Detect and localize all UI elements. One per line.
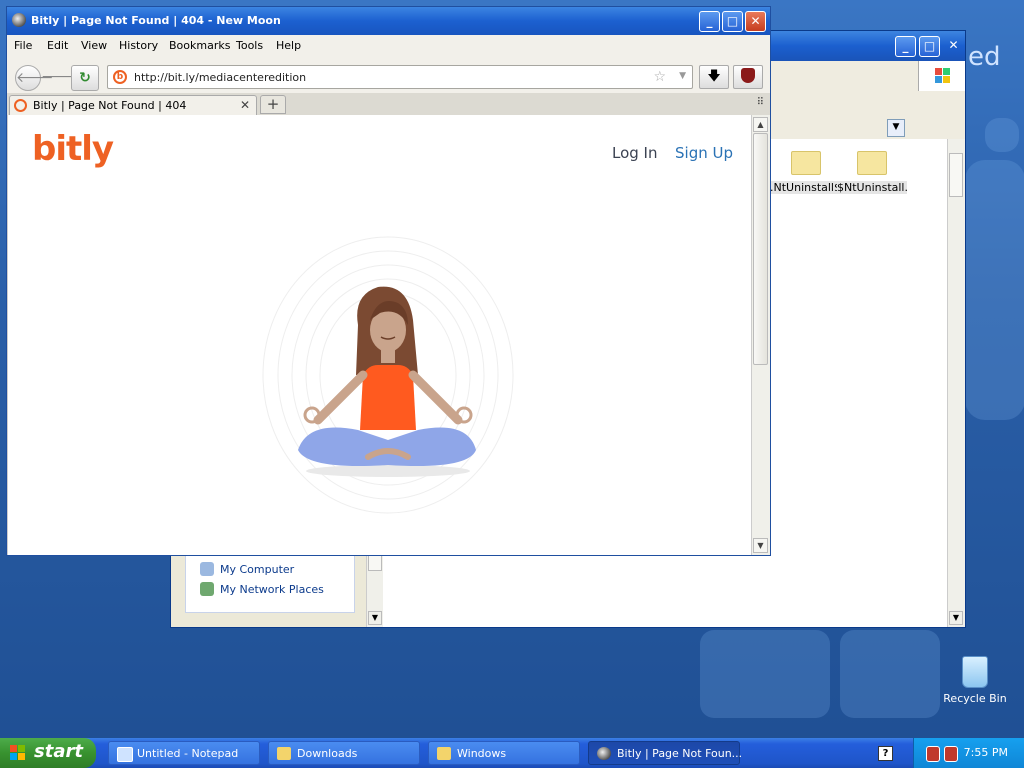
url-history-dropdown-icon[interactable]: ▼ — [679, 71, 686, 81]
ublock-shield-icon — [741, 68, 755, 83]
taskbar-item-browser[interactable]: Bitly | Page Not Foun... — [588, 741, 742, 765]
tab-bitly[interactable]: Bitly | Page Not Found | 404 ✕ — [9, 95, 257, 115]
minimize-button[interactable]: _ — [699, 11, 720, 32]
reload-button[interactable]: ↻ — [71, 65, 99, 91]
url-bar[interactable]: b http://bit.ly/mediacenteredition ☆ ▼ — [107, 65, 693, 89]
tab-strip: Bitly | Page Not Found | 404 ✕ + ⠿ — [7, 93, 770, 116]
menu-help[interactable]: Help — [276, 39, 301, 52]
sign-up-link[interactable]: Sign Up — [675, 144, 733, 162]
meditating-woman-illustration — [262, 236, 514, 514]
browser-window[interactable]: Bitly | Page Not Found | 404 - New Moon … — [6, 6, 771, 556]
bookmark-star-icon[interactable]: ☆ — [653, 69, 666, 85]
bitly-logo[interactable]: bitly — [32, 129, 114, 169]
menu-tools[interactable]: Tools — [236, 39, 263, 52]
explorer-content-area — [383, 551, 947, 627]
explorer-task-pane: My Computer My Network Places — [185, 551, 355, 613]
recycle-bin-label: Recycle Bin — [943, 692, 1007, 705]
help-icon[interactable]: ? — [878, 746, 893, 761]
folder-icon — [857, 151, 887, 175]
folder-item[interactable]: $NtUninstall... — [771, 151, 841, 194]
log-in-link[interactable]: Log In — [612, 144, 658, 162]
computer-icon — [200, 562, 214, 576]
menu-bookmarks[interactable]: Bookmarks — [169, 39, 230, 52]
shield-icon[interactable] — [944, 746, 958, 762]
scroll-thumb[interactable] — [753, 133, 768, 365]
scroll-down-button[interactable]: ▼ — [949, 611, 963, 625]
scroll-thumb[interactable] — [949, 153, 963, 197]
my-computer-link[interactable]: My Computer — [200, 562, 294, 576]
desktop-wallpaper-text: ed — [968, 42, 1001, 72]
explorer-address-bar[interactable]: ▼ ➔ Go — [767, 115, 965, 139]
system-tray: 7:55 PM — [913, 738, 1024, 768]
bitly-favicon-icon: b — [113, 70, 127, 84]
browser-titlebar[interactable]: Bitly | Page Not Found | 404 - New Moon … — [7, 7, 770, 35]
taskbar-item-downloads[interactable]: Downloads — [268, 741, 420, 765]
explorer-scrollbar[interactable]: ▼ — [947, 139, 965, 627]
maximize-button[interactable]: □ — [722, 11, 743, 32]
folder-icon — [437, 747, 451, 760]
scroll-up-button[interactable]: ▲ — [753, 117, 768, 132]
menu-file[interactable]: File — [14, 39, 32, 52]
page-content: bitly Log In Sign Up — [7, 115, 753, 555]
list-all-tabs-icon[interactable]: ⠿ — [757, 97, 764, 108]
folder-label: $NtUninstall... — [837, 181, 907, 194]
taskbar-item-notepad[interactable]: Untitled - Notepad — [108, 741, 260, 765]
windows-logo-icon — [918, 61, 965, 91]
notepad-icon — [117, 747, 133, 762]
scroll-down-button[interactable]: ▼ — [753, 538, 768, 553]
menu-edit[interactable]: Edit — [47, 39, 68, 52]
downloads-button[interactable]: 🡇 — [699, 65, 729, 89]
new-moon-icon — [12, 13, 26, 27]
desktop-decoration — [985, 118, 1019, 152]
network-icon — [200, 582, 214, 596]
my-network-places-link[interactable]: My Network Places — [200, 582, 324, 596]
explorer-left-scrollbar[interactable]: ▼ — [366, 551, 384, 627]
ublock-button[interactable] — [733, 65, 763, 89]
explorer-file-pane[interactable]: $NtUninstall... $NtUninstall... — [771, 139, 947, 613]
minimize-button[interactable]: _ — [895, 36, 916, 57]
forward-button[interactable]: 🡒 — [41, 65, 79, 91]
shield-icon[interactable] — [926, 746, 940, 762]
close-button[interactable]: ✕ — [745, 11, 766, 32]
desktop-decoration — [840, 630, 940, 718]
close-button[interactable]: ✕ — [943, 36, 964, 57]
menu-history[interactable]: History — [119, 39, 158, 52]
taskbar-item-windows[interactable]: Windows — [428, 741, 580, 765]
taskbar: start Untitled - Notepad Downloads Windo… — [0, 738, 1024, 768]
tab-label: Bitly | Page Not Found | 404 — [33, 99, 187, 112]
navigation-toolbar: 🡐 🡒 ↻ b http://bit.ly/mediacenteredition… — [7, 57, 770, 97]
new-tab-button[interactable]: + — [260, 95, 286, 114]
desktop-decoration — [965, 160, 1024, 420]
window-title: Bitly | Page Not Found | 404 - New Moon — [31, 14, 281, 27]
menu-view[interactable]: View — [81, 39, 107, 52]
start-button[interactable]: start — [0, 738, 96, 768]
tab-close-icon[interactable]: ✕ — [240, 98, 250, 112]
folder-item[interactable]: $NtUninstall... — [837, 151, 907, 194]
recycle-bin[interactable]: Recycle Bin — [940, 656, 1010, 705]
back-button[interactable]: 🡐 — [15, 65, 54, 91]
maximize-button[interactable]: □ — [919, 36, 940, 57]
new-moon-icon — [597, 747, 611, 760]
url-text[interactable]: http://bit.ly/mediacenteredition — [134, 71, 306, 84]
scroll-down-button[interactable]: ▼ — [368, 611, 382, 625]
recycle-bin-icon — [962, 656, 988, 688]
bitly-favicon-icon — [14, 99, 27, 112]
desktop-decoration — [700, 630, 830, 718]
folder-icon — [791, 151, 821, 175]
windows-flag-icon — [10, 745, 25, 760]
menu-bar: File Edit View History Bookmarks Tools H… — [7, 35, 770, 57]
folder-icon — [277, 747, 291, 760]
start-label: start — [34, 741, 83, 762]
page-scrollbar[interactable]: ▲ ▼ — [751, 115, 770, 555]
folder-label: $NtUninstall... — [771, 181, 841, 194]
clock[interactable]: 7:55 PM — [964, 746, 1008, 759]
address-dropdown-button[interactable]: ▼ — [887, 119, 905, 137]
